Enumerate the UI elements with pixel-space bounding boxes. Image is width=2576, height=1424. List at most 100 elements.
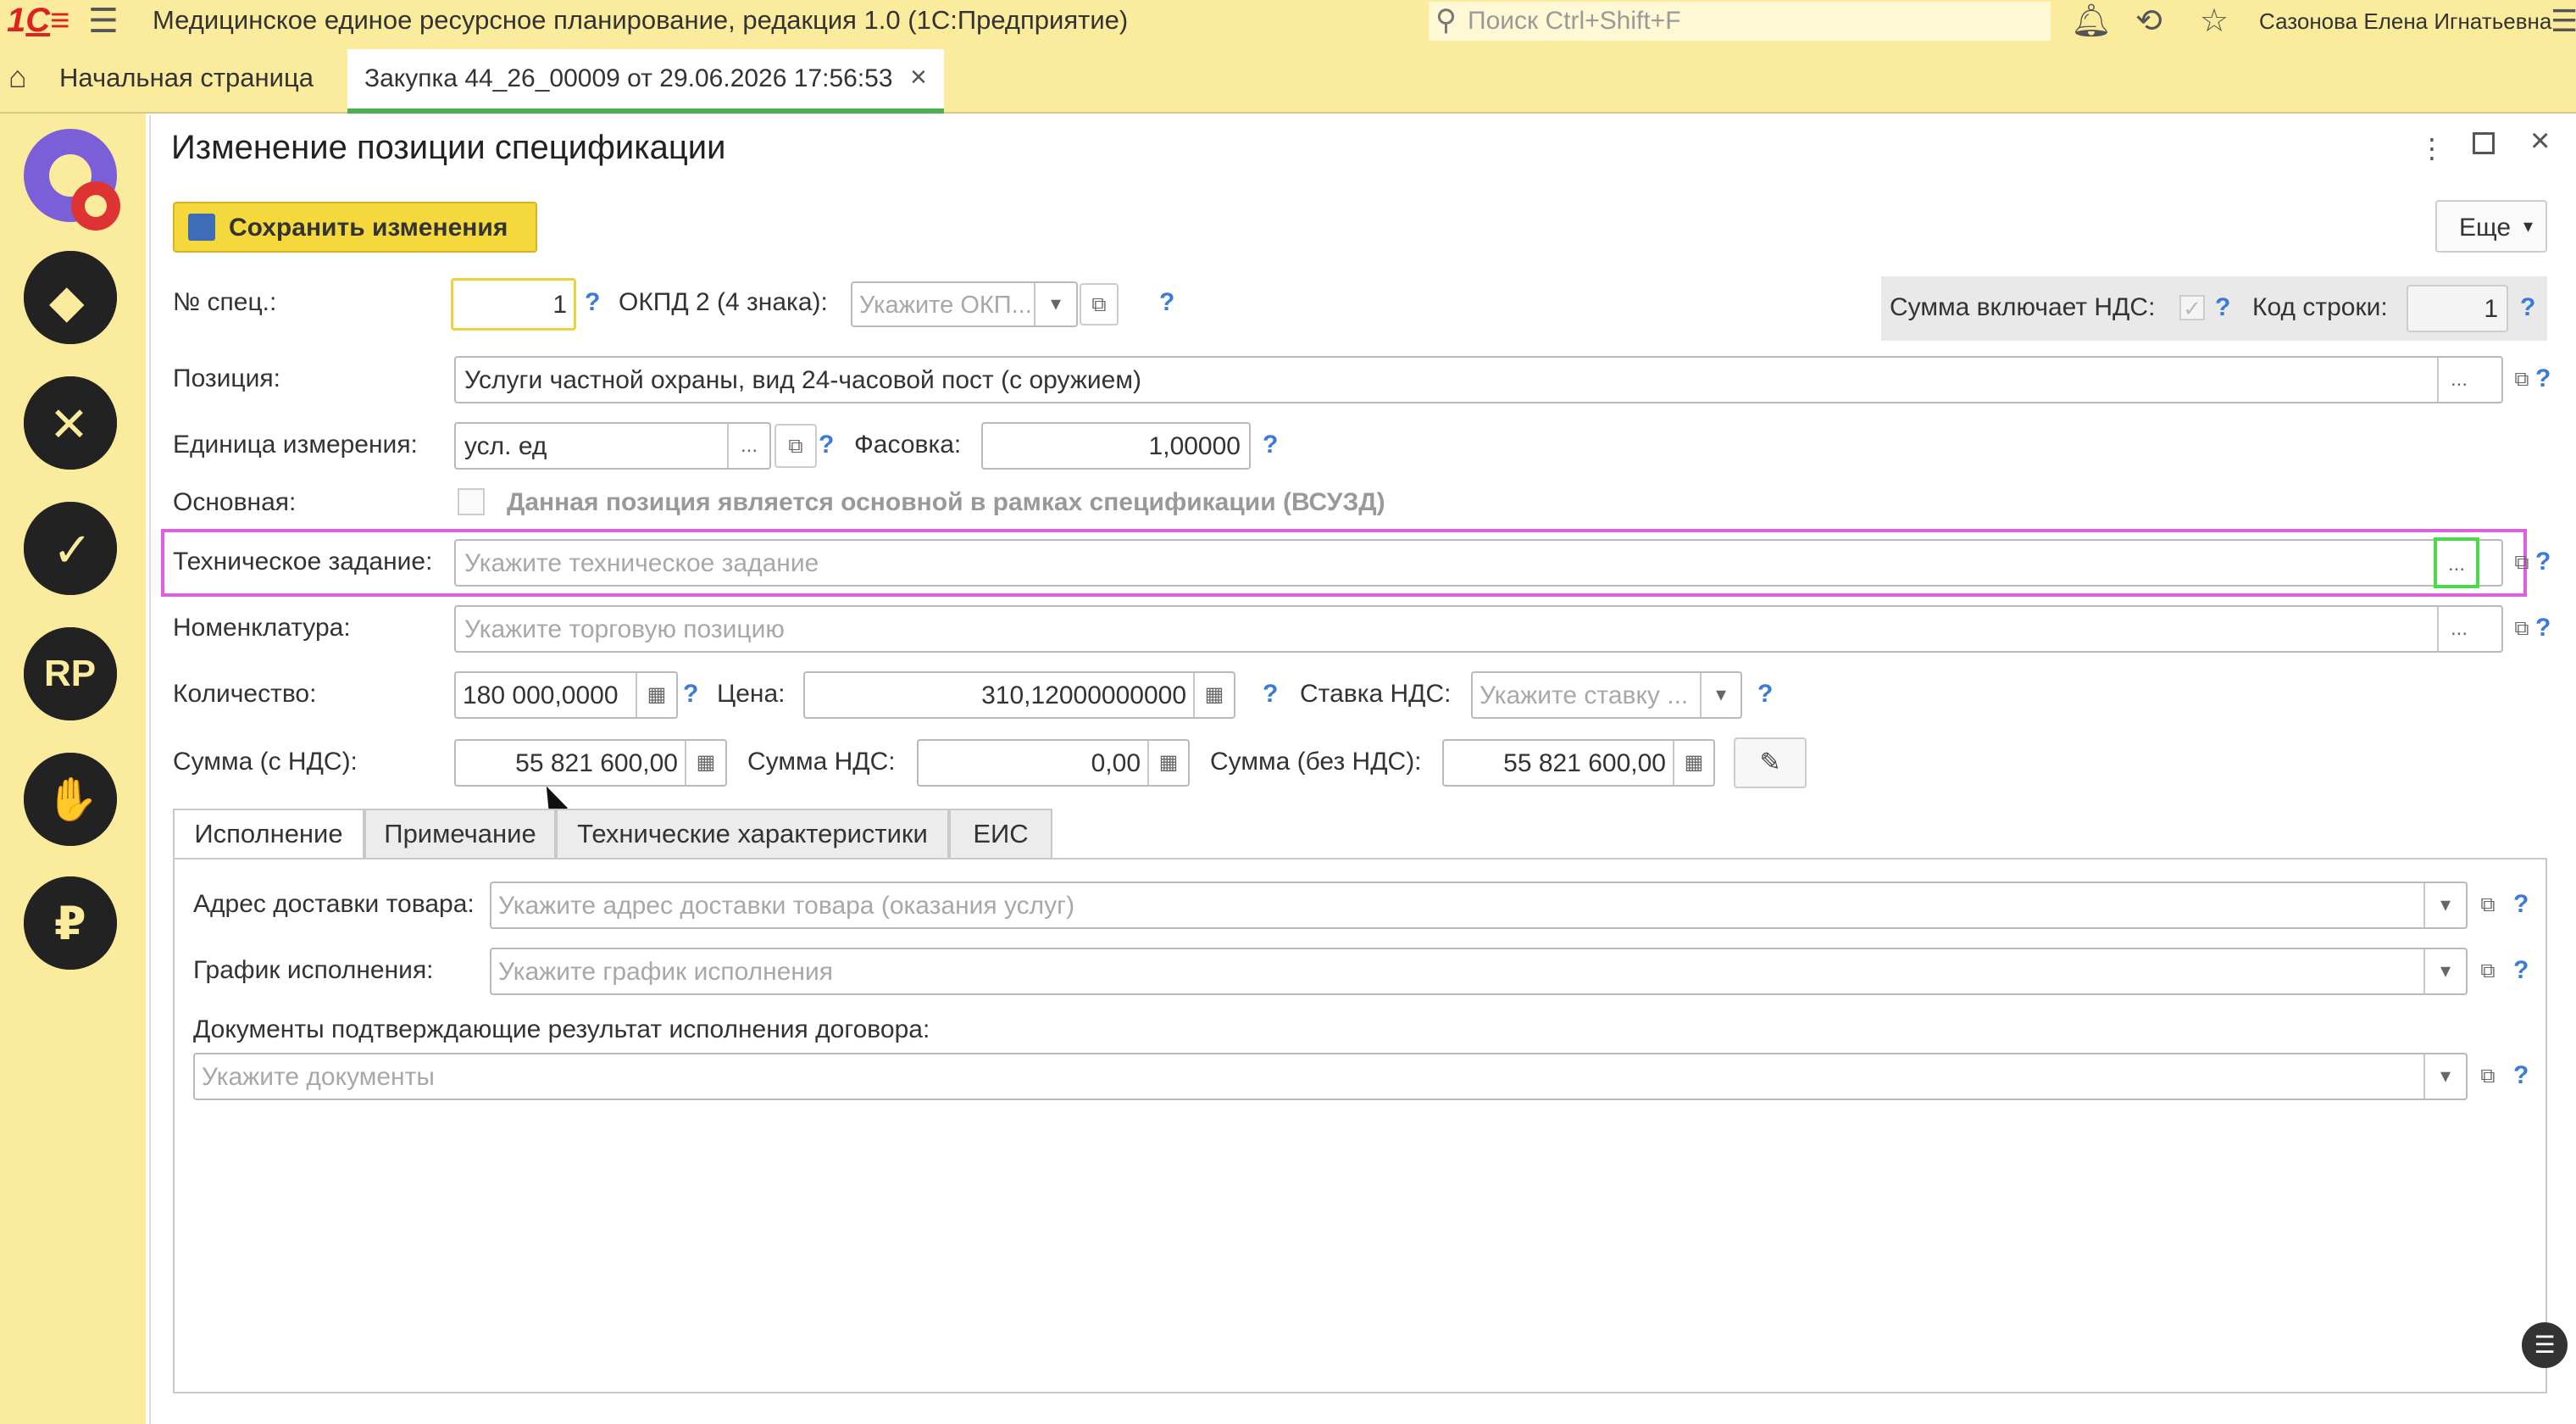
diamond-gear-icon[interactable]: ◆ (24, 251, 117, 344)
tab-eis[interactable]: ЕИС (949, 809, 1052, 859)
main-checkbox[interactable] (458, 488, 485, 515)
packing-input[interactable]: 1,00000 (981, 422, 1251, 470)
vat-rate-placeholder: Укажите ставку ... (1480, 681, 1689, 709)
tab-document-label: Закупка 44_26_00009 от 29.06.2026 17:56:… (364, 64, 893, 92)
row-code-label: Код строки: (2252, 293, 2388, 321)
tools-gear-icon[interactable]: ✕ (24, 376, 117, 470)
qty-input[interactable]: 180 000,0000 ▦ (454, 671, 678, 719)
vat-rate-help-icon[interactable]: ? (1757, 680, 1773, 709)
docs-placeholder: Укажите документы (202, 1063, 435, 1091)
star-icon[interactable]: ☆ (2200, 0, 2229, 42)
user-name[interactable]: Сазонова Елена Игнатьевна (2259, 8, 2551, 35)
schedule-input[interactable]: Укажите график исполнения ▾ (490, 948, 2468, 995)
docs-input[interactable]: Укажите документы ▾ (193, 1053, 2468, 1100)
vat-sum-calculator-icon[interactable]: ▦ (1147, 741, 1188, 785)
close-tab-icon[interactable]: × (910, 61, 927, 94)
delivery-placeholder: Укажите адрес доставки товара (оказания … (498, 892, 1075, 920)
packing-help-icon[interactable]: ? (1263, 431, 1278, 459)
search-placeholder: Поиск Ctrl+Shift+F (1468, 7, 1681, 35)
settings-menu-icon[interactable]: ☰ (2551, 0, 2576, 42)
nomenclature-open-icon[interactable]: ⧉ (2505, 607, 2539, 651)
unit-input[interactable]: усл. ед ... (454, 422, 771, 470)
spec-no-value: 1 (552, 291, 567, 319)
delivery-help-icon[interactable]: ? (2513, 890, 2529, 919)
delivery-input[interactable]: Укажите адрес доставки товара (оказания … (490, 882, 2468, 929)
tab-home-label: Начальная страница (59, 63, 314, 92)
spec-no-input[interactable]: 1 (451, 278, 576, 331)
nomenclature-select-button[interactable]: ... (2437, 607, 2479, 651)
position-open-icon[interactable]: ⧉ (2505, 358, 2539, 402)
row-code-help-icon[interactable]: ? (2520, 293, 2535, 322)
maximize-icon[interactable] (2473, 132, 2495, 154)
okpd-help-icon[interactable]: ? (1159, 288, 1174, 317)
sum-without-vat-calculator-icon[interactable]: ▦ (1673, 741, 1713, 785)
nomenclature-input[interactable]: Укажите торговую позицию ... (454, 605, 2503, 653)
tech-task-select-button[interactable]: ... (2434, 537, 2479, 588)
tab-execution[interactable]: Исполнение (173, 809, 364, 859)
tab-note-label: Примечание (384, 819, 536, 848)
history-icon[interactable]: ⟲ (2135, 0, 2162, 42)
sum-with-vat-calculator-icon[interactable]: ▦ (685, 741, 725, 785)
tab-bar: ⌂ Начальная страница Закупка 44_26_00009… (0, 42, 2576, 114)
price-calculator-icon[interactable]: ▦ (1193, 673, 1234, 717)
okpd-dropdown-icon[interactable]: ▾ (1034, 283, 1076, 325)
sum-without-vat-input[interactable]: 55 821 600,00 ▦ (1442, 739, 1715, 787)
sum-without-vat-value: 55 821 600,00 (1503, 749, 1666, 777)
tab-home[interactable]: ⌂ Начальная страница (0, 42, 339, 114)
menu-icon[interactable]: ☰ (88, 0, 119, 42)
ruble-gear-icon[interactable]: ₽ (24, 876, 117, 970)
qty-calculator-icon[interactable]: ▦ (636, 673, 676, 717)
tab-note[interactable]: Примечание (364, 809, 556, 859)
price-help-icon[interactable]: ? (1263, 680, 1278, 709)
vat-rate-input[interactable]: Укажите ставку ... ▾ (1471, 671, 1742, 719)
save-button[interactable]: Сохранить изменения (173, 202, 537, 253)
tab-document[interactable]: Закупка 44_26_00009 от 29.06.2026 17:56:… (347, 49, 944, 114)
home-icon: ⌂ (8, 59, 27, 94)
vat-rate-label: Ставка НДС: (1300, 680, 1452, 708)
settings-gear-icon[interactable] (24, 129, 120, 231)
recalculate-button[interactable]: ✎ (1734, 737, 1807, 788)
tab-page: Адрес доставки товара: Укажите адрес дос… (173, 858, 2547, 1393)
schedule-help-icon[interactable]: ? (2513, 956, 2529, 985)
unit-select-button[interactable]: ... (727, 424, 769, 468)
rp-gear-icon[interactable]: RP (24, 627, 117, 720)
docs-label: Документы подтверждающие результат испол… (193, 1015, 930, 1043)
schedule-dropdown-icon[interactable]: ▾ (2423, 949, 2466, 993)
price-input[interactable]: 310,12000000000 ▦ (803, 671, 1235, 719)
unit-open-icon[interactable]: ⧉ (774, 424, 817, 468)
bell-icon[interactable]: 🔔︎ (2071, 0, 2112, 42)
handshake-gear-icon[interactable]: ✋ (24, 753, 117, 846)
qty-help-icon[interactable]: ? (683, 680, 698, 709)
position-select-button[interactable]: ... (2437, 358, 2479, 402)
tech-task-help-icon[interactable]: ? (2535, 548, 2551, 576)
search-input[interactable]: ⚲ Поиск Ctrl+Shift+F (1429, 2, 2051, 41)
unit-help-icon[interactable]: ? (819, 431, 834, 459)
checklist-gear-icon[interactable]: ✓ (24, 502, 117, 595)
vat-rate-dropdown-icon[interactable]: ▾ (1700, 673, 1740, 717)
delivery-dropdown-icon[interactable]: ▾ (2423, 883, 2466, 927)
tech-task-input[interactable]: Укажите техническое задание ... (454, 537, 2503, 588)
nomenclature-help-icon[interactable]: ? (2535, 614, 2551, 642)
position-input[interactable]: Услуги частной охраны, вид 24-часовой по… (454, 356, 2503, 403)
more-actions-icon[interactable]: ⋮ (2418, 132, 2446, 164)
vat-included-help-icon[interactable]: ? (2215, 293, 2230, 322)
chat-icon[interactable]: ☰ (2522, 1322, 2568, 1368)
close-icon[interactable]: × (2530, 122, 2550, 160)
spec-no-help-icon[interactable]: ? (585, 288, 600, 317)
docs-help-icon[interactable]: ? (2513, 1061, 2529, 1090)
tech-task-open-icon[interactable]: ⧉ (2505, 541, 2539, 585)
1c-logo-icon[interactable]: 1C≡ (7, 2, 69, 40)
more-button[interactable]: Еще ▾ (2435, 200, 2547, 253)
docs-open-icon[interactable]: ⧉ (2469, 1054, 2507, 1099)
vat-sum-input[interactable]: 0,00 ▦ (917, 739, 1190, 787)
row-code-input[interactable]: 1 (2407, 285, 2508, 332)
vat-included-checkbox[interactable]: ✓ (2179, 295, 2205, 320)
okpd-input[interactable]: Укажите ОКП... ▾ (851, 281, 1078, 327)
okpd-open-icon[interactable]: ⧉ (1080, 283, 1119, 325)
docs-dropdown-icon[interactable]: ▾ (2423, 1054, 2466, 1099)
sum-with-vat-input[interactable]: 55 821 600,00 ▦ (454, 739, 727, 787)
schedule-open-icon[interactable]: ⧉ (2469, 949, 2507, 993)
position-help-icon[interactable]: ? (2535, 364, 2551, 393)
tab-tech-specs[interactable]: Технические характеристики (556, 809, 949, 859)
delivery-open-icon[interactable]: ⧉ (2469, 883, 2507, 927)
